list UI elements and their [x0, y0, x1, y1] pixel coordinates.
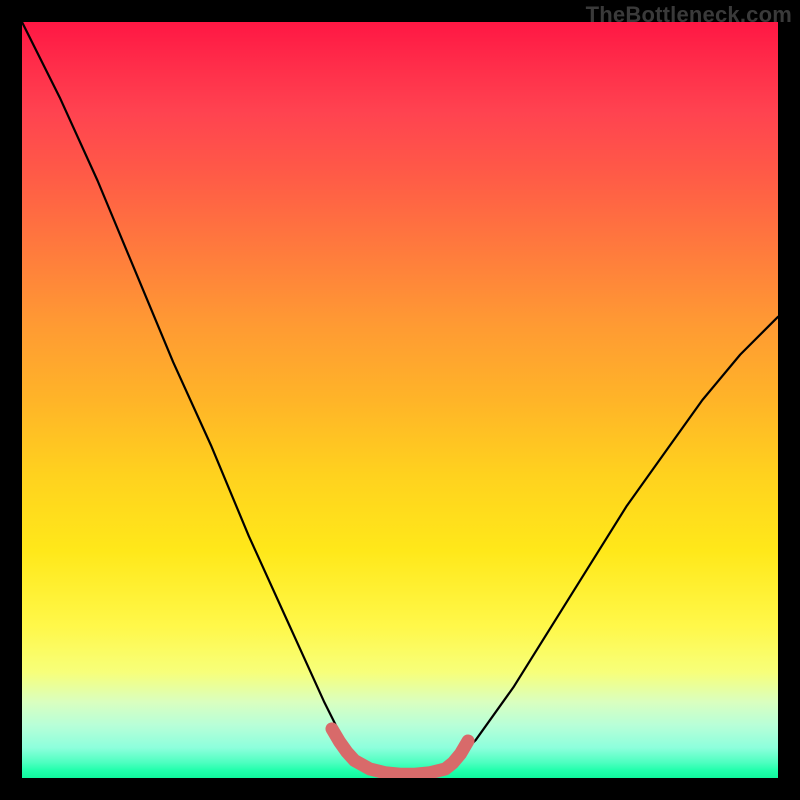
watermark-text: TheBottleneck.com	[586, 2, 792, 28]
valley-band-path	[332, 729, 468, 774]
bottleneck-curve-path	[22, 22, 778, 774]
plot-area	[22, 22, 778, 778]
curve-layer	[22, 22, 778, 778]
chart-frame: TheBottleneck.com	[0, 0, 800, 800]
